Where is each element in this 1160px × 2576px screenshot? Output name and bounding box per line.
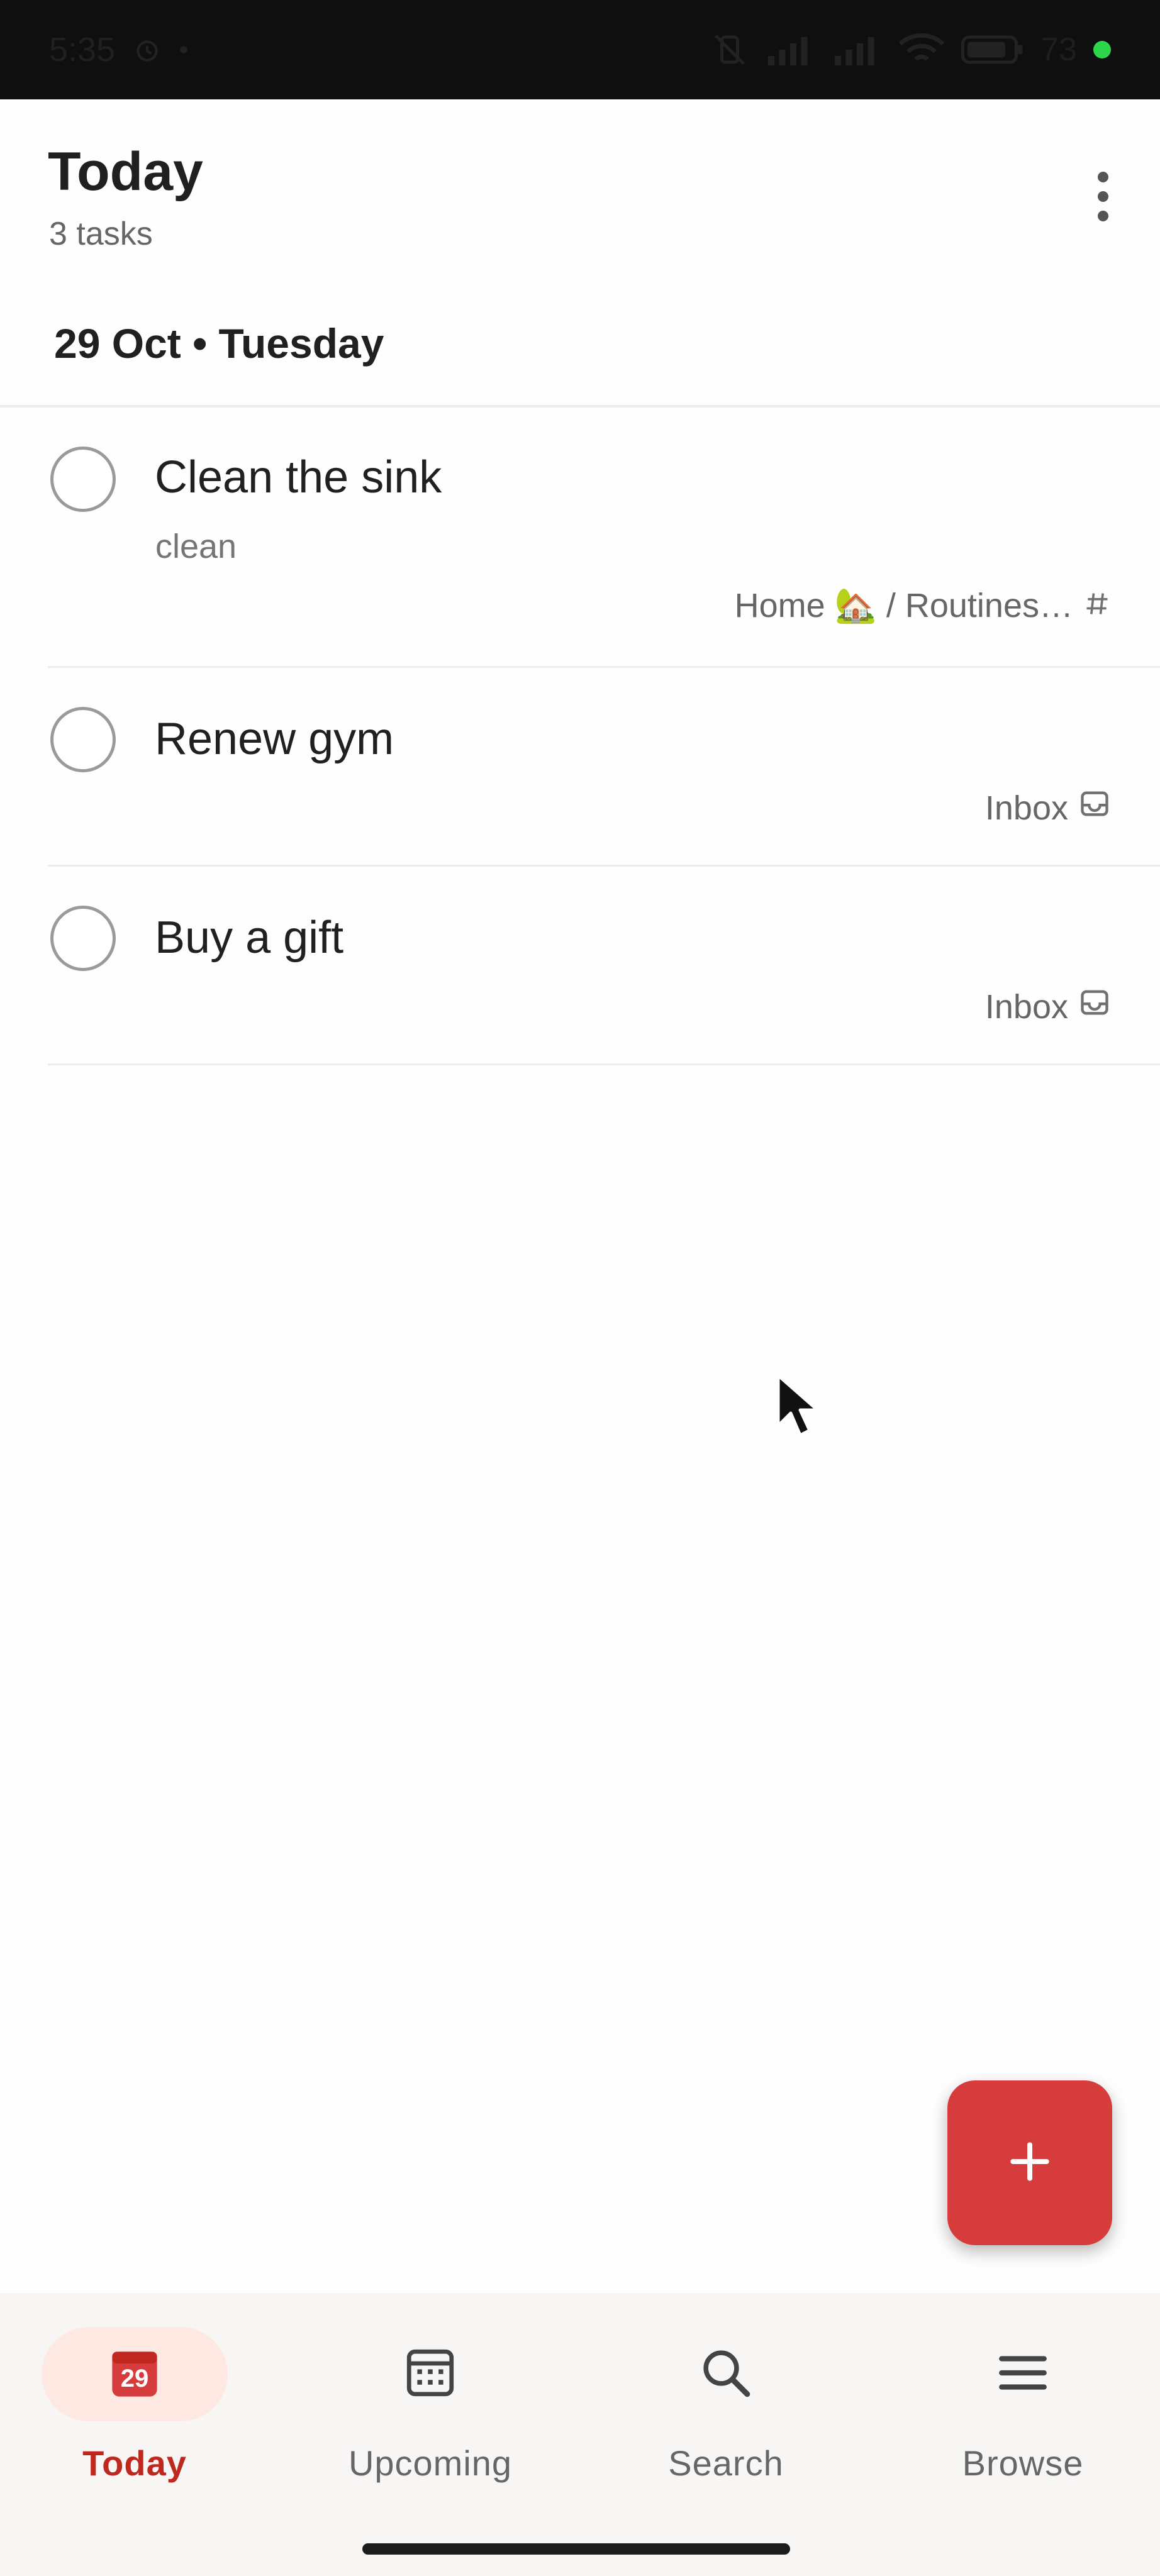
task-title: Renew gym [155, 714, 394, 764]
nav-label: Upcoming [348, 2443, 513, 2483]
task-checkbox[interactable] [50, 707, 116, 772]
nav-browse[interactable]: Browse [878, 2327, 1160, 2490]
header: Today 3 tasks [0, 99, 1160, 288]
signal-icon [832, 34, 882, 65]
calendar-day-number: 29 [120, 2365, 149, 2392]
nav-icon-pill [337, 2327, 523, 2421]
plus-icon [1005, 2136, 1055, 2190]
task-description: clean [155, 528, 237, 565]
battery-icon [961, 35, 1024, 64]
task-checkbox[interactable] [50, 447, 116, 512]
page-title: Today [48, 142, 203, 202]
privacy-indicator-dot [1093, 41, 1111, 58]
alarm-icon [131, 34, 163, 65]
status-left: 5:35 [49, 30, 188, 69]
task-project-label: Inbox [984, 789, 1068, 827]
nav-label: Browse [962, 2443, 1084, 2483]
task-title: Buy a gift [155, 913, 344, 963]
dot-icon [179, 45, 188, 54]
add-task-button[interactable] [947, 2080, 1112, 2245]
today-screen: 5:35 73 Today 3 tasks 29 Oct • Tuesday C… [0, 0, 1160, 2576]
signal-icon [765, 34, 815, 65]
task-item[interactable]: Clean the sink clean Home 🏡 / Routines… [0, 408, 1160, 668]
status-bar: 5:35 73 [0, 0, 1160, 99]
battery-percent: 73 [1040, 31, 1077, 68]
nav-search[interactable]: Search [581, 2327, 871, 2490]
calendar-today-icon: 29 [106, 2346, 163, 2402]
task-project: Home 🏡 / Routines… [735, 586, 1111, 626]
nav-today[interactable]: 29 Today [0, 2327, 279, 2490]
nav-label: Today [82, 2443, 187, 2483]
nav-icon-pill: 29 [42, 2327, 228, 2421]
nav-icon-pill [633, 2327, 819, 2421]
vibrate-off-icon [711, 31, 749, 69]
calendar-grid-icon [402, 2345, 459, 2404]
nav-label: Search [668, 2443, 784, 2483]
task-title: Clean the sink [155, 452, 442, 502]
nav-upcoming[interactable]: Upcoming [286, 2327, 575, 2490]
status-time: 5:35 [49, 31, 116, 69]
menu-icon [995, 2345, 1051, 2404]
status-right: 73 [711, 31, 1111, 69]
search-icon [698, 2345, 754, 2404]
mouse-cursor-icon [775, 1372, 819, 1445]
inbox-icon [1078, 986, 1111, 1027]
bottom-navigation: 29 Today Upcoming Search Browse [0, 2293, 1160, 2576]
task-project: Inbox [985, 986, 1111, 1027]
task-item[interactable]: Renew gym Inbox [0, 668, 1160, 867]
more-vert-icon[interactable] [1074, 165, 1131, 228]
divider [48, 1063, 1160, 1065]
date-heading: 29 Oct • Tuesday [54, 320, 384, 367]
task-checkbox[interactable] [50, 906, 116, 971]
task-project-label: Home 🏡 / Routines… [734, 587, 1073, 625]
task-project-label: Inbox [984, 987, 1068, 1026]
inbox-icon [1078, 787, 1111, 828]
task-project: Inbox [985, 787, 1111, 828]
nav-icon-pill [930, 2327, 1116, 2421]
task-count: 3 tasks [49, 216, 153, 252]
hash-icon [1083, 587, 1111, 626]
wifi-icon [898, 31, 945, 68]
home-indicator[interactable] [362, 2543, 790, 2555]
task-item[interactable]: Buy a gift Inbox [0, 867, 1160, 1065]
